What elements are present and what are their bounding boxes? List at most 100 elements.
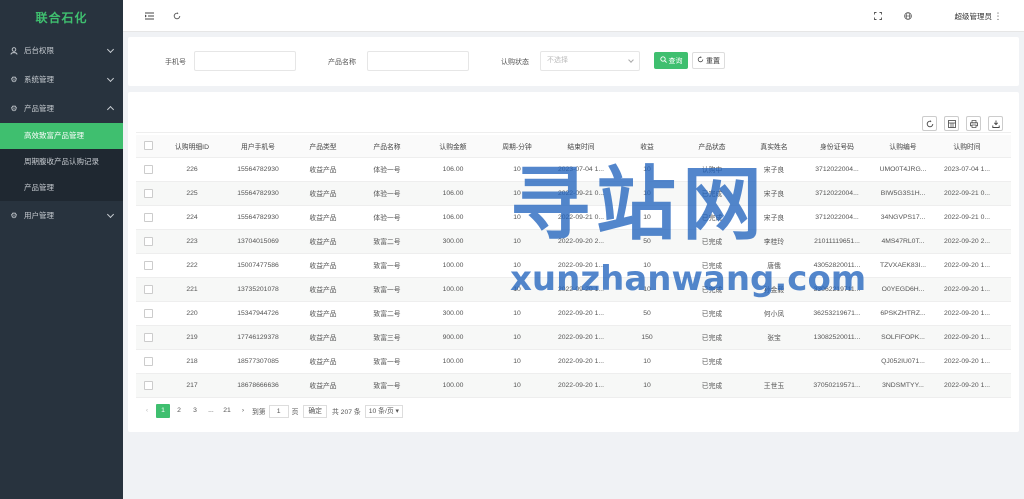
sidebar-item-permissions[interactable]: 后台权限 bbox=[0, 36, 123, 65]
table-cell: 3NDSMTYY... bbox=[870, 373, 936, 398]
reset-button[interactable]: 重置 bbox=[692, 52, 725, 69]
print-icon bbox=[969, 119, 978, 128]
reset-button-label: 重置 bbox=[706, 57, 720, 65]
sidebar-item-system[interactable]: ⚙ 系统管理 bbox=[0, 65, 123, 94]
pagination: ‹ 1 2 3 ... 21 › 到第 1 页 确定 共 207 条 10 条/… bbox=[140, 404, 403, 418]
table-cell: 3712022004... bbox=[804, 157, 870, 182]
table-cell: 何小凤 bbox=[744, 301, 804, 326]
column-header[interactable]: 真实姓名 bbox=[744, 135, 804, 158]
prev-page-icon[interactable]: ‹ bbox=[140, 404, 154, 418]
row-checkbox[interactable] bbox=[136, 325, 160, 350]
table-cell: 已完成 bbox=[680, 301, 744, 326]
table-cell: 37050219571... bbox=[804, 373, 870, 398]
table-cell: O0YEGD6H... bbox=[870, 277, 936, 302]
table-cell: 15564782930 bbox=[224, 157, 292, 182]
column-header[interactable]: 结束时间 bbox=[548, 135, 614, 158]
more-vertical-icon[interactable]: ⋮ bbox=[992, 10, 1004, 22]
phone-input[interactable] bbox=[194, 51, 296, 71]
sidebar-subitem-high-yield[interactable]: 高效致富产品管理 bbox=[0, 123, 123, 149]
print-button[interactable] bbox=[966, 116, 981, 131]
chevron-down-icon bbox=[106, 45, 115, 54]
fullscreen-icon[interactable] bbox=[872, 10, 884, 22]
refresh-table-button[interactable] bbox=[922, 116, 937, 131]
columns-filter-button[interactable] bbox=[944, 116, 959, 131]
sidebar-item-products[interactable]: ⚙ 产品管理 bbox=[0, 94, 123, 123]
globe-icon[interactable] bbox=[902, 10, 914, 22]
column-header[interactable]: 认购编号 bbox=[870, 135, 936, 158]
refresh-icon[interactable] bbox=[171, 10, 183, 22]
table-cell: QJ052IU071... bbox=[870, 349, 936, 374]
page-button[interactable]: 1 bbox=[156, 404, 170, 418]
row-spacer bbox=[998, 325, 1011, 350]
admin-username[interactable]: 超级管理员 bbox=[955, 11, 993, 22]
table-cell: 15007477586 bbox=[224, 253, 292, 278]
column-header[interactable]: 收益 bbox=[614, 135, 680, 158]
column-header[interactable]: 认购明细ID bbox=[160, 135, 224, 158]
status-select[interactable]: 不选择 bbox=[540, 51, 640, 71]
goto-confirm-button[interactable]: 确定 bbox=[303, 404, 327, 418]
row-checkbox[interactable] bbox=[136, 373, 160, 398]
sidebar-item-users[interactable]: ⚙ 用户管理 bbox=[0, 201, 123, 230]
row-checkbox[interactable] bbox=[136, 277, 160, 302]
row-checkbox[interactable] bbox=[136, 157, 160, 182]
table-cell: 100.00 bbox=[420, 349, 486, 374]
table-cell: 10 bbox=[486, 301, 548, 326]
product-name-input[interactable] bbox=[367, 51, 469, 71]
table-cell: 17746129378 bbox=[224, 325, 292, 350]
table-cell: 223 bbox=[160, 229, 224, 254]
table-cell: 3712022004... bbox=[804, 205, 870, 230]
table-cell: 10 bbox=[614, 373, 680, 398]
query-button[interactable]: 查询 bbox=[654, 52, 688, 69]
table-cell: 2022-09-21 0... bbox=[936, 181, 998, 206]
table-cell: 收益产品 bbox=[292, 229, 354, 254]
row-checkbox[interactable] bbox=[136, 229, 160, 254]
row-checkbox[interactable] bbox=[136, 301, 160, 326]
select-all-checkbox[interactable] bbox=[136, 135, 160, 158]
column-header[interactable]: 产品状态 bbox=[680, 135, 744, 158]
query-button-label: 查询 bbox=[668, 57, 683, 65]
column-header[interactable]: 用户手机号 bbox=[224, 135, 292, 158]
column-header-spacer bbox=[998, 135, 1011, 158]
table-cell: 收益产品 bbox=[292, 349, 354, 374]
page-ellipsis: ... bbox=[208, 407, 214, 414]
column-header[interactable]: 产品名称 bbox=[354, 135, 420, 158]
sidebar-subitem-cycle-records[interactable]: 周期腹收产品认购记录 bbox=[0, 149, 123, 175]
table-header-row: 认购明细ID 用户手机号 产品类型 产品名称 认购金额 周期-分钟 结束时间 收… bbox=[136, 135, 1011, 158]
column-header[interactable]: 认购金额 bbox=[420, 135, 486, 158]
table-row[interactable]: 220 15347944726 收益产品 致富二号 300.00 10 2022-09-20… bbox=[136, 301, 1011, 326]
table-row[interactable]: 217 18678666636 收益产品 致富一号 100.00 10 2022-09-20… bbox=[136, 373, 1011, 398]
search-panel: 手机号 产品名称 认购状态 不选择 查询 重置 bbox=[128, 37, 1019, 86]
export-button[interactable] bbox=[988, 116, 1003, 131]
row-checkbox[interactable] bbox=[136, 253, 160, 278]
table-cell bbox=[744, 349, 804, 374]
row-checkbox[interactable] bbox=[136, 205, 160, 230]
row-checkbox[interactable] bbox=[136, 181, 160, 206]
column-header[interactable]: 产品类型 bbox=[292, 135, 354, 158]
table-cell: 150 bbox=[614, 325, 680, 350]
table-cell: 217 bbox=[160, 373, 224, 398]
page-button[interactable]: 2 bbox=[172, 404, 186, 418]
gear-icon: ⚙ bbox=[10, 211, 18, 220]
page-size-label: 10 条/页 bbox=[368, 407, 394, 415]
page-button[interactable]: 21 bbox=[220, 404, 234, 418]
goto-page-input[interactable]: 1 bbox=[268, 404, 289, 418]
chevron-down-icon bbox=[106, 210, 115, 219]
table-cell: 300.00 bbox=[420, 301, 486, 326]
status-label: 认购状态 bbox=[501, 59, 529, 66]
table-cell: 900.00 bbox=[420, 325, 486, 350]
menu-toggle-icon[interactable] bbox=[143, 10, 155, 22]
page-size-select[interactable]: 10 条/页 ▾ bbox=[364, 404, 403, 418]
column-header[interactable]: 周期-分钟 bbox=[486, 135, 548, 158]
column-header[interactable]: 身份证号码 bbox=[804, 135, 870, 158]
row-checkbox[interactable] bbox=[136, 349, 160, 374]
table-cell: 13082520011... bbox=[804, 325, 870, 350]
table-cell: SOLFIFOPK... bbox=[870, 325, 936, 350]
page-button[interactable]: 3 bbox=[188, 404, 202, 418]
sidebar-subitem-product-manage[interactable]: 产品管理 bbox=[0, 175, 123, 201]
next-page-icon[interactable]: › bbox=[236, 404, 250, 418]
table-row[interactable]: 218 18577307085 收益产品 致富一号 100.00 10 2022-09-20… bbox=[136, 349, 1011, 374]
chevron-up-icon bbox=[106, 105, 115, 114]
column-header[interactable]: 认购时间 bbox=[936, 135, 998, 158]
table-row[interactable]: 219 17746129378 收益产品 致富三号 900.00 10 2022-09-20… bbox=[136, 325, 1011, 350]
table-cell: 4MS47RL0T... bbox=[870, 229, 936, 254]
